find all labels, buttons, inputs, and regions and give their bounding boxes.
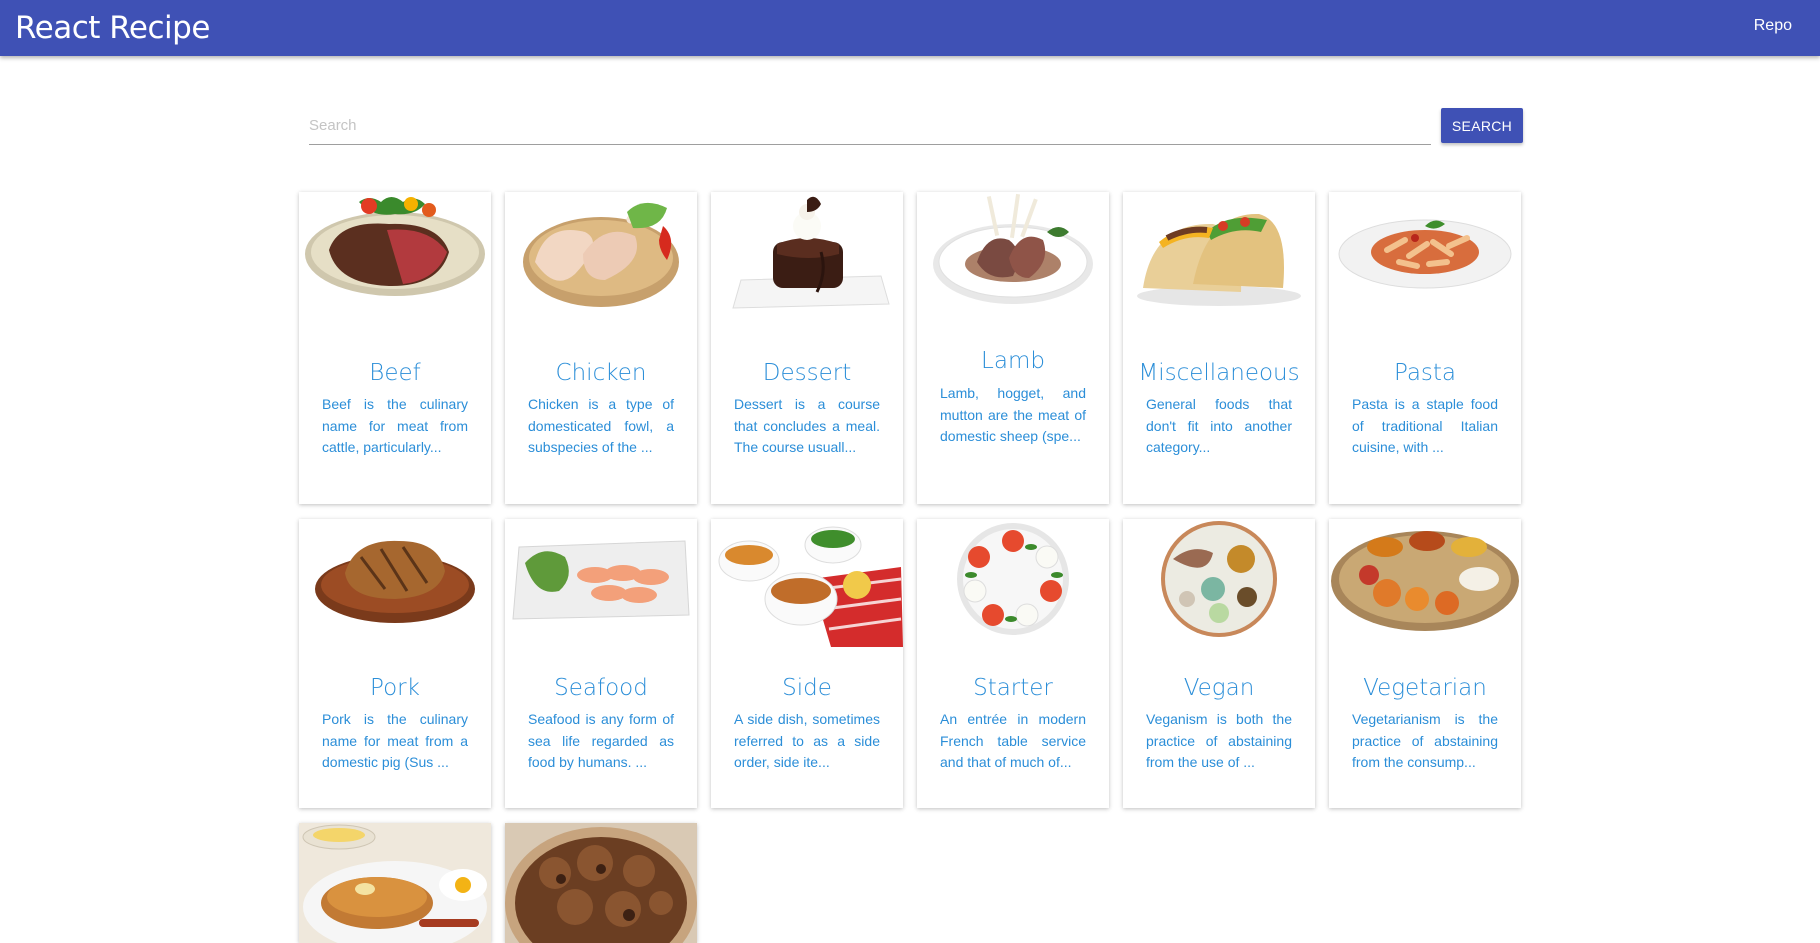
app-title: React Recipe <box>15 10 210 46</box>
app-bar: React Recipe Repo <box>0 0 1820 56</box>
category-name: Pork <box>370 675 420 701</box>
goat-stew-image <box>505 823 697 943</box>
category-description: Chicken is a type of domesticated fowl, … <box>528 396 674 455</box>
side-dishes-image <box>718 526 903 647</box>
category-description: Pasta is a staple food of traditional It… <box>1352 396 1498 455</box>
category-name: Starter <box>973 675 1053 701</box>
category-card-pasta[interactable]: Pasta Pasta is a staple food of traditio… <box>1329 192 1521 504</box>
category-card-breakfast[interactable] <box>299 823 491 943</box>
category-card-beef[interactable]: Beef Beef is the culinary name for meat … <box>299 192 491 504</box>
category-card-dessert[interactable]: Dessert Dessert is a course that conclud… <box>711 192 903 504</box>
category-card-goat[interactable] <box>505 823 697 943</box>
category-description: Pork is the culinary name for meat from … <box>322 711 468 770</box>
indian-thali-image <box>1331 531 1519 631</box>
category-card-chicken[interactable]: Chicken Chicken is a type of domesticate… <box>505 192 697 504</box>
category-card-pork[interactable]: Pork Pork is the culinary name for meat … <box>299 519 491 808</box>
tacos-image <box>1137 213 1301 306</box>
category-card-lamb[interactable]: Lamb Lamb, hogget, and mutton are the me… <box>917 192 1109 504</box>
category-name: Lamb <box>981 348 1045 374</box>
category-name: Chicken <box>555 360 647 386</box>
category-description: Seafood is any form of sea life regarded… <box>528 711 674 770</box>
category-description: Veganism is both the practice of abstain… <box>1146 711 1292 770</box>
category-description: An entrée in modern French table service… <box>940 711 1086 770</box>
category-description: Lamb, hogget, and mutton are the meat of… <box>940 385 1086 444</box>
category-card-side[interactable]: Side A side dish, sometimes referred to … <box>711 519 903 808</box>
category-card-vegetarian[interactable]: Vegetarian Vegetarianism is the practice… <box>1329 519 1521 808</box>
search-input[interactable] <box>309 108 1431 142</box>
category-description: A side dish, sometimes referred to as a … <box>734 711 880 770</box>
category-card-vegan[interactable]: Vegan Veganism is both the practice of a… <box>1123 519 1315 808</box>
beef-steak-image <box>305 197 485 296</box>
search-field <box>309 108 1431 145</box>
category-card-miscellaneous[interactable]: Miscellaneous General foods that don't f… <box>1123 192 1315 504</box>
search-button[interactable]: SEARCH <box>1441 108 1523 143</box>
penne-pasta-image <box>1338 219 1512 289</box>
category-description: Beef is the culinary name for meat from … <box>322 396 468 455</box>
category-card-starter[interactable]: Starter An entrée in modern French table… <box>917 519 1109 808</box>
category-name: Side <box>782 675 832 701</box>
category-name: Seafood <box>554 675 648 701</box>
vegan-bowl-image <box>1161 521 1277 637</box>
repo-link[interactable]: Repo <box>1754 17 1792 35</box>
caprese-salad-image <box>957 523 1069 635</box>
pork-steak-image <box>315 540 475 623</box>
category-name: Dessert <box>762 360 852 386</box>
category-card-seafood[interactable]: Seafood Seafood is any form of sea life … <box>505 519 697 808</box>
category-description: Vegetarianism is the practice of abstain… <box>1352 711 1498 770</box>
lamb-chops-image <box>933 193 1093 304</box>
category-name: Beef <box>369 360 421 386</box>
category-name: Vegan <box>1183 675 1255 701</box>
chocolate-dessert-image <box>732 196 890 309</box>
category-name: Miscellaneous <box>1138 360 1300 386</box>
category-name: Pasta <box>1393 360 1457 386</box>
salmon-platter-image <box>512 540 690 620</box>
category-name: Vegetarian <box>1363 675 1487 701</box>
breakfast-pancakes-image <box>299 823 491 943</box>
category-description: Dessert is a course that concludes a mea… <box>734 396 880 455</box>
chicken-legs-image <box>523 202 679 307</box>
category-description: General foods that don't fit into anothe… <box>1146 396 1292 455</box>
